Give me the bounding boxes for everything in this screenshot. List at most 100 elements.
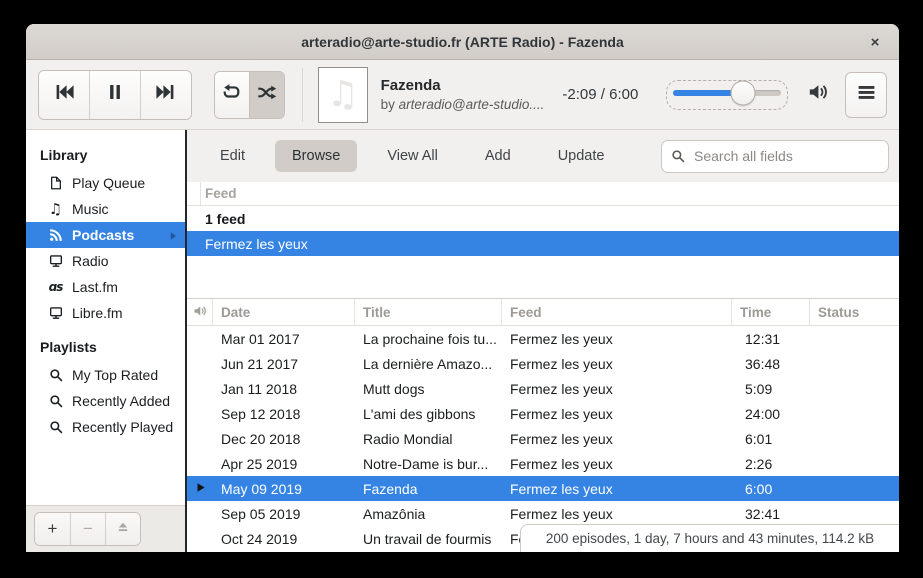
episode-title: Un travail de fourmis xyxy=(355,526,502,551)
episode-row[interactable]: Dec 20 2018Radio MondialFermez les yeux6… xyxy=(187,426,899,451)
column-header-feed[interactable]: Feed xyxy=(502,299,732,325)
slider-handle[interactable] xyxy=(730,80,755,105)
edit-button[interactable]: Edit xyxy=(203,140,262,172)
remove-playlist-button[interactable]: − xyxy=(70,513,105,545)
sidebar-item-label: Podcasts xyxy=(72,227,134,243)
playing-indicator xyxy=(187,426,213,451)
episode-row[interactable]: May 09 2019FazendaFermez les yeux6:00 xyxy=(187,476,899,501)
sidebar-item-play-queue[interactable]: Play Queue xyxy=(26,170,185,196)
column-header-time[interactable]: Time xyxy=(732,299,810,325)
playing-indicator xyxy=(187,326,213,351)
episode-feed: Fermez les yeux xyxy=(502,476,732,501)
sidebar-item-label: Recently Played xyxy=(72,419,173,435)
episode-status xyxy=(810,351,899,376)
expander-arrow-icon[interactable] xyxy=(167,229,179,241)
status-column-header[interactable] xyxy=(187,299,213,325)
episode-status xyxy=(810,476,899,501)
view-all-button[interactable]: View All xyxy=(370,140,455,172)
column-header-date[interactable]: Date xyxy=(213,299,355,325)
episode-row[interactable]: Mar 01 2017La prochaine fois tu...Fermez… xyxy=(187,326,899,351)
episode-status xyxy=(810,326,899,351)
next-button[interactable] xyxy=(140,71,191,119)
feed-row[interactable]: Fermez les yeux xyxy=(187,231,899,256)
episode-date: Dec 20 2018 xyxy=(213,426,355,451)
sidebar-item-last-fm[interactable]: ɑsLast.fm xyxy=(26,274,185,300)
episode-feed: Fermez les yeux xyxy=(502,351,732,376)
playing-indicator xyxy=(187,501,213,526)
feed-column-header[interactable]: Feed xyxy=(187,182,899,206)
remove-playlist-button-label: − xyxy=(83,519,93,539)
track-title: Fazenda xyxy=(381,77,555,94)
titlebar[interactable]: arteradio@arte-studio.fr (ARTE Radio) - … xyxy=(26,24,899,60)
episode-status xyxy=(810,401,899,426)
episode-feed: Fermez les yeux xyxy=(502,426,732,451)
player-toolbar: ♫ Fazenda by arteradio@arte-studio.... -… xyxy=(26,60,899,130)
episode-row[interactable]: Sep 12 2018L'ami des gibbonsFermez les y… xyxy=(187,401,899,426)
play-icon xyxy=(194,481,207,497)
sidebar-footer: +− xyxy=(26,505,185,552)
sidebar-item-music[interactable]: ♫ Music xyxy=(26,196,185,222)
playing-indicator xyxy=(187,376,213,401)
close-button[interactable]: × xyxy=(861,28,889,56)
pause-button[interactable] xyxy=(89,71,140,119)
browse-button[interactable]: Browse xyxy=(275,140,357,172)
sidebar: Library Play Queue♫MusicPodcastsRadioɑsL… xyxy=(26,130,187,552)
shuffle-button[interactable] xyxy=(249,72,284,118)
add-playlist-button-label: + xyxy=(48,519,58,539)
episode-date: Oct 24 2019 xyxy=(213,526,355,551)
search-input[interactable] xyxy=(694,148,880,164)
track-artist: by arteradio@arte-studio.... xyxy=(381,97,555,112)
skip-backward-icon xyxy=(52,80,76,109)
main-area: Library Play Queue♫MusicPodcastsRadioɑsL… xyxy=(26,130,899,552)
volume-button[interactable] xyxy=(804,80,831,110)
search-icon xyxy=(47,367,64,384)
eject-button[interactable] xyxy=(105,513,140,545)
episode-feed: Fermez les yeux xyxy=(502,451,732,476)
sidebar-item-recently-played[interactable]: Recently Played xyxy=(26,414,185,440)
episode-status xyxy=(810,426,899,451)
update-button[interactable]: Update xyxy=(541,140,622,172)
repeat-icon xyxy=(220,81,243,109)
episode-status xyxy=(810,376,899,401)
sidebar-item-libre-fm[interactable]: Libre.fm xyxy=(26,300,185,326)
add-button[interactable]: Add xyxy=(468,140,528,172)
playlists-header: Playlists xyxy=(26,332,185,362)
radio-icon xyxy=(47,305,64,322)
eject-icon xyxy=(115,519,131,540)
sidebar-item-my-top-rated[interactable]: My Top Rated xyxy=(26,362,185,388)
search-field[interactable] xyxy=(661,140,889,173)
episode-time: 36:48 xyxy=(732,351,810,376)
column-header-status[interactable]: Status xyxy=(810,299,899,325)
column-header-title[interactable]: Title xyxy=(355,299,502,325)
music-note-icon: ♫ xyxy=(47,201,64,218)
search-icon xyxy=(670,148,687,165)
speaker-icon xyxy=(192,303,208,322)
episode-row[interactable]: Apr 25 2019Notre-Dame is bur...Fermez le… xyxy=(187,451,899,476)
seek-slider[interactable] xyxy=(666,80,788,110)
playing-indicator xyxy=(187,351,213,376)
playlist-actions: +− xyxy=(34,512,141,546)
radio-icon xyxy=(47,253,64,270)
sidebar-item-label: Music xyxy=(72,201,109,217)
episode-row[interactable]: Jun 21 2017La dernière Amazo...Fermez le… xyxy=(187,351,899,376)
sidebar-item-podcasts[interactable]: Podcasts xyxy=(26,222,185,248)
episode-title: Radio Mondial xyxy=(355,426,502,451)
episode-date: Jan 11 2018 xyxy=(213,376,355,401)
album-art: ♫ xyxy=(318,67,368,123)
repeat-button[interactable] xyxy=(215,72,250,118)
sidebar-item-recently-added[interactable]: Recently Added xyxy=(26,388,185,414)
feed-summary-row[interactable]: 1 feed xyxy=(187,206,899,231)
playback-time: -2:09 / 6:00 xyxy=(562,86,638,103)
episode-time: 5:09 xyxy=(732,376,810,401)
speaker-icon xyxy=(806,80,830,109)
add-playlist-button[interactable]: + xyxy=(35,513,70,545)
menu-button[interactable] xyxy=(845,72,887,118)
episode-row[interactable]: Jan 11 2018Mutt dogsFermez les yeux5:09 xyxy=(187,376,899,401)
episode-row[interactable]: Sep 05 2019AmazôniaFermez les yeux32:41 xyxy=(187,501,899,526)
sidebar-item-radio[interactable]: Radio xyxy=(26,248,185,274)
slider-track[interactable] xyxy=(673,90,781,96)
previous-button[interactable] xyxy=(39,71,89,119)
pause-icon xyxy=(103,80,127,109)
feed-browser: Feed 1 feed Fermez les yeux xyxy=(187,182,899,299)
episode-time: 32:41 xyxy=(732,501,810,526)
